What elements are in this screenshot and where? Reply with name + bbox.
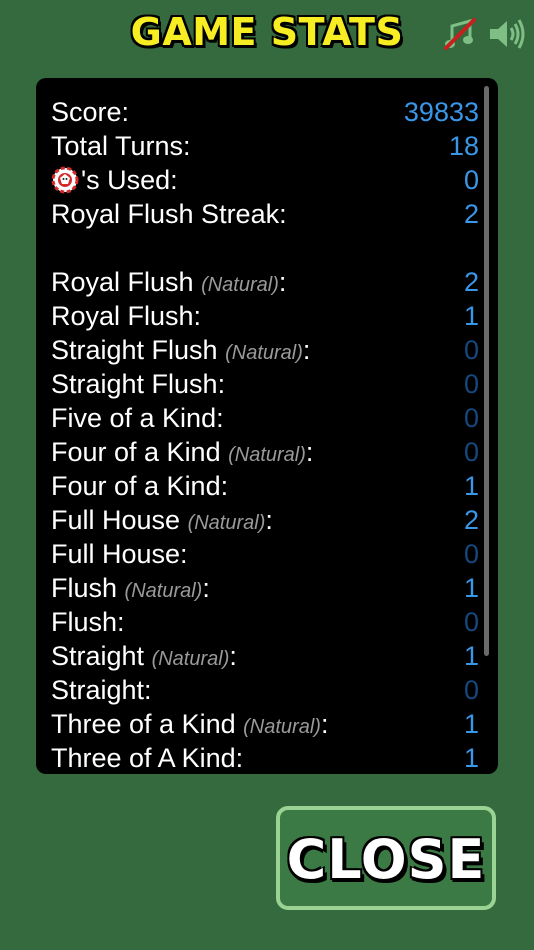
label-colon: : xyxy=(265,505,273,535)
hand-stat-row: Straight Flush: 0 xyxy=(51,367,479,401)
hand-name: Straight xyxy=(51,641,145,671)
royal-flush-streak-label: Royal Flush Streak: xyxy=(51,199,287,229)
close-button-label: CLOSE xyxy=(286,828,486,891)
total-turns-row: Total Turns: 18 xyxy=(51,129,479,163)
hand-stat-label: Full House: xyxy=(51,537,188,571)
speaker-on-icon xyxy=(490,19,525,49)
hand-name: Three of A Kind: xyxy=(51,743,244,773)
hand-stat-label: Straight Flush (Natural): xyxy=(51,333,310,370)
natural-tag: (Natural) xyxy=(243,716,321,738)
hand-stat-value: 2 xyxy=(463,267,479,297)
jokers-used-label: 's Used: xyxy=(81,165,178,195)
label-colon: : xyxy=(320,709,329,739)
natural-tag: (Natural) xyxy=(124,580,203,602)
hand-stat-row: Flush: 0 xyxy=(51,605,479,639)
music-muted-icon xyxy=(444,18,476,50)
music-toggle-button[interactable] xyxy=(440,14,480,54)
hand-stat-value: 1 xyxy=(463,471,479,501)
hand-name: Full House: xyxy=(51,539,188,569)
row-spacer xyxy=(51,231,479,265)
jokers-used-label-wrap: 's Used: xyxy=(51,163,178,197)
hand-name: Straight: xyxy=(51,675,152,705)
natural-tag: (Natural) xyxy=(201,274,279,296)
stats-list: Score: 39833 Total Turns: 18 's Used: 0 … xyxy=(51,95,479,774)
hand-stat-label: Straight: xyxy=(51,673,152,707)
label-colon: : xyxy=(278,267,287,297)
hand-stat-row: Flush (Natural): 1 xyxy=(51,571,479,605)
hand-name: Four of a Kind xyxy=(51,437,221,467)
hand-stat-value: 0 xyxy=(463,369,479,399)
hand-stat-label: Three of a Kind (Natural): xyxy=(51,707,328,744)
hand-stat-row: Full House (Natural): 2 xyxy=(51,503,479,537)
hand-stat-row: Three of A Kind: 1 xyxy=(51,741,479,774)
royal-flush-streak-value: 2 xyxy=(463,199,479,229)
hand-stat-value: 1 xyxy=(463,573,479,603)
hand-name: Five of a Kind: xyxy=(51,403,224,433)
stats-scrollbar[interactable] xyxy=(484,86,489,656)
natural-tag: (Natural) xyxy=(187,512,266,534)
sound-toggle-button[interactable] xyxy=(486,14,526,54)
hand-stat-row: Four of a Kind: 1 xyxy=(51,469,479,503)
hand-stat-value: 1 xyxy=(463,709,479,739)
score-label: Score: xyxy=(51,97,130,127)
hand-name: Four of a Kind: xyxy=(51,471,229,501)
hand-stat-value: 1 xyxy=(463,641,479,671)
hand-stat-value: 0 xyxy=(463,335,479,365)
hand-stat-label: Three of A Kind: xyxy=(51,741,243,774)
hand-stat-label: Royal Flush (Natural): xyxy=(51,265,286,302)
natural-tag: (Natural) xyxy=(228,444,306,466)
hand-stat-row: Five of a Kind: 0 xyxy=(51,401,479,435)
hand-stat-label: Royal Flush: xyxy=(51,299,201,333)
hand-name: Royal Flush: xyxy=(51,301,202,331)
hand-stat-label: Full House (Natural): xyxy=(51,503,273,540)
label-colon: : xyxy=(202,573,210,603)
hand-name: Straight Flush: xyxy=(51,369,226,399)
hand-stat-row: Royal Flush (Natural): 2 xyxy=(51,265,479,299)
hand-stat-row: Straight Flush (Natural): 0 xyxy=(51,333,479,367)
close-button[interactable]: CLOSE xyxy=(276,806,496,910)
hand-stat-value: 0 xyxy=(463,437,479,467)
hand-name: Flush: xyxy=(51,607,125,637)
label-colon: : xyxy=(229,641,237,671)
label-colon: : xyxy=(302,335,311,365)
hand-stat-value: 0 xyxy=(463,539,479,569)
hand-stat-row: Full House: 0 xyxy=(51,537,479,571)
stats-panel[interactable]: Score: 39833 Total Turns: 18 's Used: 0 … xyxy=(36,78,498,774)
hand-name: Three of a Kind xyxy=(51,709,236,739)
hand-name: Full House xyxy=(51,505,181,535)
total-turns-value: 18 xyxy=(448,131,479,161)
score-row: Score: 39833 xyxy=(51,95,479,129)
hand-stat-row: Royal Flush: 1 xyxy=(51,299,479,333)
jokers-used-row: 's Used: 0 xyxy=(51,163,479,197)
hand-name: Straight Flush xyxy=(51,335,218,365)
hand-name: Royal Flush xyxy=(51,267,194,297)
hand-stat-label: Four of a Kind (Natural): xyxy=(51,435,313,472)
hand-stat-label: Flush: xyxy=(51,605,125,639)
hand-stat-row: Three of a Kind (Natural): 1 xyxy=(51,707,479,741)
hand-stat-row: Straight: 0 xyxy=(51,673,479,707)
hand-stat-row: Four of a Kind (Natural): 0 xyxy=(51,435,479,469)
hand-stat-row: Straight (Natural): 1 xyxy=(51,639,479,673)
natural-tag: (Natural) xyxy=(225,342,303,364)
hand-stat-value: 0 xyxy=(463,607,479,637)
hand-stat-label: Four of a Kind: xyxy=(51,469,228,503)
hand-stat-label: Five of a Kind: xyxy=(51,401,224,435)
joker-token-icon xyxy=(51,166,79,194)
hand-stat-value: 0 xyxy=(463,675,479,705)
hand-stat-label: Straight Flush: xyxy=(51,367,225,401)
jokers-used-value: 0 xyxy=(463,165,479,195)
score-value: 39833 xyxy=(403,97,479,127)
hand-stat-label: Straight (Natural): xyxy=(51,639,237,676)
hand-stat-label: Flush (Natural): xyxy=(51,571,210,608)
total-turns-label: Total Turns: xyxy=(51,131,191,161)
hand-name: Flush xyxy=(51,573,118,603)
royal-flush-streak-row: Royal Flush Streak: 2 xyxy=(51,197,479,231)
hand-stat-value: 2 xyxy=(463,505,479,535)
hand-stat-value: 1 xyxy=(463,301,479,331)
hand-stat-value: 0 xyxy=(463,403,479,433)
natural-tag: (Natural) xyxy=(151,648,230,670)
label-colon: : xyxy=(305,437,314,467)
hand-stat-value: 1 xyxy=(463,743,479,773)
